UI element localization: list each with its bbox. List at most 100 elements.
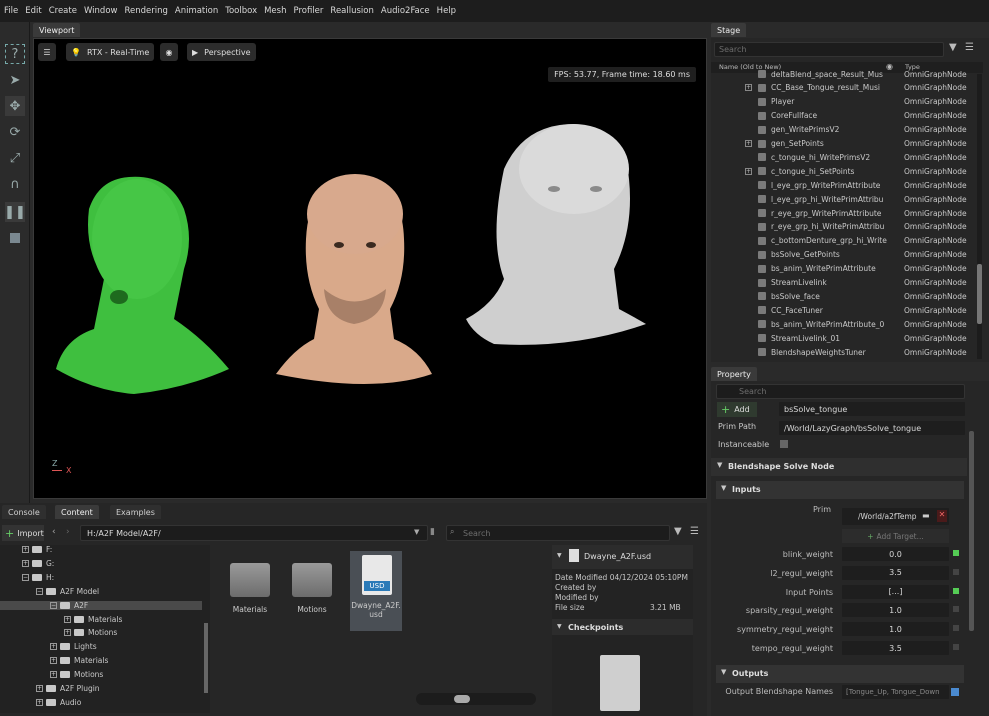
instanceable-checkbox[interactable] xyxy=(780,440,788,448)
expand-icon[interactable]: + xyxy=(50,671,57,679)
prim-target-field[interactable]: /World/a2fTemp xyxy=(842,508,949,525)
bookmark-icon[interactable]: ▮ xyxy=(430,527,435,537)
connection-indicator-icon[interactable] xyxy=(953,568,959,575)
tab-examples[interactable]: Examples xyxy=(110,505,161,519)
pause-icon[interactable]: ❚❚ xyxy=(4,202,26,222)
stage-row[interactable]: + CC_Base_Tongue_result_Musi OmniGraphNode xyxy=(711,81,973,95)
menu-item-edit[interactable]: Edit xyxy=(25,6,41,16)
path-dropdown-icon[interactable]: ▼ xyxy=(414,528,419,536)
stage-row[interactable]: c_tongue_hi_WritePrimsV2 OmniGraphNode xyxy=(711,150,973,164)
menu-item-animation[interactable]: Animation xyxy=(175,6,218,16)
prim-path-field[interactable]: /World/LazyGraph/bsSolve_tongue xyxy=(779,421,965,435)
stop-icon[interactable] xyxy=(5,228,25,248)
content-search-input[interactable]: Search xyxy=(446,525,670,541)
zoom-slider[interactable] xyxy=(416,693,536,705)
tree-item[interactable]: + Motions xyxy=(50,670,103,679)
menu-item-rendering[interactable]: Rendering xyxy=(124,6,167,16)
stage-row[interactable]: StreamLivelink OmniGraphNode xyxy=(711,276,973,290)
stage-row[interactable]: CC_FaceTuner OmniGraphNode xyxy=(711,303,973,317)
stage-row[interactable]: bsSolve_face OmniGraphNode xyxy=(711,289,973,303)
stage-row[interactable]: BlendshapeWeightsTuner OmniGraphNode xyxy=(711,345,973,359)
connection-indicator-icon[interactable] xyxy=(953,606,959,613)
node-section-header[interactable]: ▼ Blendshape Solve Node xyxy=(711,458,967,476)
tab-stage[interactable]: Stage xyxy=(711,23,747,37)
expand-icon[interactable]: − xyxy=(22,573,29,581)
connection-indicator-icon[interactable] xyxy=(953,587,959,594)
detail-header[interactable]: ▼ Dwayne_A2F.usd xyxy=(552,545,693,569)
inputs-section-header[interactable]: ▼ Inputs xyxy=(716,481,964,499)
tree-item[interactable]: + Lights xyxy=(50,642,97,651)
outputs-section-header[interactable]: ▼ Outputs xyxy=(716,665,964,683)
tab-property[interactable]: Property xyxy=(711,367,757,381)
property-scrollbar[interactable] xyxy=(969,431,974,631)
add-button[interactable]: + Add xyxy=(717,402,757,417)
stage-menu-icon[interactable]: ☰ xyxy=(965,42,974,53)
tree-item[interactable]: + Materials xyxy=(50,656,108,665)
file-item[interactable]: USD Dwayne_A2F.usd xyxy=(350,551,402,631)
menu-item-profiler[interactable]: Profiler xyxy=(293,6,323,16)
tree-item[interactable]: + G: xyxy=(22,559,54,568)
expand-icon[interactable]: + xyxy=(745,167,752,175)
remove-icon[interactable]: ✕ xyxy=(937,510,947,522)
tab-console[interactable]: Console xyxy=(2,505,46,519)
back-icon[interactable]: ‹ xyxy=(52,527,56,537)
expand-icon[interactable]: + xyxy=(36,698,43,706)
expand-icon[interactable]: − xyxy=(50,601,57,609)
forward-icon[interactable]: › xyxy=(66,527,70,537)
viewport[interactable]: ☰ 💡 RTX - Real-Time ◉ ▶ Perspective FPS: 5… xyxy=(33,38,707,499)
menu-item-file[interactable]: File xyxy=(4,6,18,16)
add-target-button[interactable]: + Add Target... xyxy=(842,529,949,543)
tree-item[interactable]: + Motions xyxy=(64,628,117,637)
tree-item[interactable]: − H: xyxy=(22,573,54,582)
tree-item[interactable]: − A2F Model xyxy=(36,587,99,596)
expand-icon[interactable]: + xyxy=(50,657,57,665)
folder-icon[interactable]: ▬ xyxy=(922,511,930,520)
select-mode-icon[interactable]: ? xyxy=(5,44,25,64)
file-item[interactable]: Materials xyxy=(222,551,278,631)
stage-row[interactable]: r_eye_grp_hi_WritePrimAttribu OmniGraphNo… xyxy=(711,220,973,234)
file-item[interactable]: Motions xyxy=(284,551,340,631)
field-value[interactable]: 1.0 xyxy=(842,603,949,618)
pointer-icon[interactable]: ➤ xyxy=(5,70,25,90)
path-field[interactable]: H:/A2F Model/A2F/ xyxy=(80,525,428,541)
field-value[interactable]: 1.0 xyxy=(842,622,949,637)
tree-item[interactable]: + Materials xyxy=(64,615,122,624)
filter-icon[interactable]: ▼ xyxy=(949,42,957,53)
tree-item[interactable]: + A2F Plugin xyxy=(36,684,100,693)
stage-row[interactable]: gen_WritePrimsV2 OmniGraphNode xyxy=(711,123,973,137)
scale-icon[interactable]: ⤢ xyxy=(5,148,25,168)
tree-scrollbar[interactable] xyxy=(204,623,208,693)
stage-row[interactable]: c_bottomDenture_grp_hi_Write OmniGraphNod… xyxy=(711,234,973,248)
menu-item-toolbox[interactable]: Toolbox xyxy=(225,6,257,16)
menu-item-help[interactable]: Help xyxy=(437,6,456,16)
output-connector-icon[interactable] xyxy=(951,688,959,696)
connection-indicator-icon[interactable] xyxy=(953,550,959,556)
property-search-input[interactable]: Search xyxy=(716,384,965,399)
field-value[interactable]: 3.5 xyxy=(842,641,949,655)
stage-row[interactable]: r_eye_grp_WritePrimAttribute OmniGraphNod… xyxy=(711,206,973,220)
stage-row[interactable]: deltaBlend_space_Result_Mus OmniGraphNode xyxy=(711,67,973,81)
expand-icon[interactable]: + xyxy=(22,559,29,567)
menu-item-window[interactable]: Window xyxy=(84,6,118,16)
stage-row[interactable]: bs_anim_WritePrimAttribute OmniGraphNode xyxy=(711,262,973,276)
expand-icon[interactable]: + xyxy=(36,685,43,692)
expand-icon[interactable]: + xyxy=(22,546,29,553)
menu-item-mesh[interactable]: Mesh xyxy=(264,6,286,16)
connection-indicator-icon[interactable] xyxy=(953,625,959,632)
field-value[interactable]: 3.5 xyxy=(842,565,949,580)
expand-icon[interactable]: + xyxy=(50,643,57,651)
menu-item-create[interactable]: Create xyxy=(49,6,77,16)
stage-row[interactable]: Player OmniGraphNode xyxy=(711,95,973,109)
menu-item-reallusion[interactable]: Reallusion xyxy=(330,6,373,16)
tree-item[interactable]: + F: xyxy=(22,545,52,554)
stage-row[interactable]: StreamLivelink_01 OmniGraphNode xyxy=(711,331,973,345)
stage-row[interactable]: bsSolve_GetPoints OmniGraphNode xyxy=(711,248,973,262)
rotate-icon[interactable]: ⟳ xyxy=(5,122,25,142)
move-icon[interactable]: ✥ xyxy=(5,96,25,116)
snap-icon[interactable]: ∩ xyxy=(5,174,25,194)
import-button[interactable]: + Import xyxy=(2,525,44,541)
checkpoints-header[interactable]: ▼ Checkpoints xyxy=(552,619,693,635)
stage-row[interactable]: bs_anim_WritePrimAttribute_0 OmniGraphNod… xyxy=(711,317,973,331)
expand-icon[interactable]: + xyxy=(745,140,752,147)
expand-icon[interactable]: − xyxy=(36,587,43,595)
